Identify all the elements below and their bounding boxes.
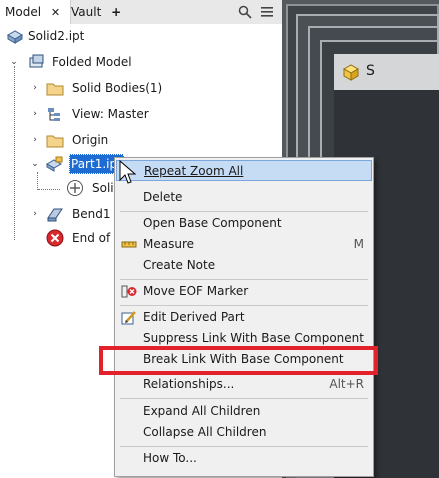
measure-icon (121, 241, 137, 248)
menu-separator (120, 305, 368, 306)
close-icon[interactable]: ✕ (51, 6, 60, 19)
menu-item-label: Edit Derived Part (143, 310, 245, 324)
menu-item-label: Create Note (143, 258, 216, 272)
menu-item-expand-all-children[interactable]: Expand All Children (116, 401, 372, 422)
mouse-cursor-icon (119, 160, 137, 184)
menu-item-label: Expand All Children (143, 404, 261, 418)
view-rep-icon (48, 108, 60, 121)
part-file-icon (6, 30, 24, 44)
tab-vault[interactable]: Vault + (66, 0, 126, 24)
menu-item-create-note[interactable]: Create Note (116, 255, 372, 276)
menu-item-label: Relationships... (143, 377, 235, 391)
eof-marker-icon (121, 285, 137, 298)
add-circle-icon (67, 180, 83, 196)
annotation-highlight-box (99, 346, 378, 375)
tree-item-label: Solid Bodies(1) (72, 81, 163, 95)
edit-derived-icon (121, 311, 136, 325)
menu-separator (120, 279, 368, 280)
menu-item-move-eof-marker[interactable]: Move EOF Marker (116, 281, 372, 302)
tree-item-label: View: Master (72, 107, 149, 121)
menu-item-label: Repeat Zoom All (144, 164, 244, 178)
tab-model-label: Model (5, 5, 42, 19)
browser-tab-bar: Model ✕ Vault + (0, 0, 282, 25)
bend-icon (47, 208, 63, 222)
tree-item-label: Soli (92, 181, 114, 195)
sheet-metal-icon (29, 54, 44, 68)
document-title: S (366, 63, 375, 79)
menu-item-measure[interactable]: Measure M (116, 234, 372, 255)
add-tab-icon[interactable]: + (111, 5, 121, 19)
menu-item-how-to[interactable]: How To... (116, 448, 372, 469)
tree-connector (38, 189, 60, 190)
derived-part-icon (45, 156, 63, 172)
chevron-down-icon[interactable]: ⌄ (9, 57, 19, 67)
menu-item-relationships[interactable]: Relationships... Alt+R (116, 374, 372, 395)
menu-item-label: Move EOF Marker (143, 284, 249, 298)
context-menu: Repeat Zoom All Delete Open Base Compone… (114, 157, 374, 477)
tree-connector (37, 172, 38, 190)
chevron-down-icon[interactable]: ⌄ (30, 159, 40, 169)
menu-item-label: Open Base Component (143, 216, 282, 230)
search-icon[interactable] (238, 5, 252, 19)
menu-item-shortcut: M (353, 237, 364, 251)
menu-item-label: Measure (143, 237, 194, 251)
chevron-right-icon[interactable]: › (30, 209, 40, 219)
chevron-right-icon[interactable]: › (30, 83, 40, 93)
menu-item-open-base-component[interactable]: Open Base Component (116, 213, 372, 234)
tree-connector (14, 66, 15, 240)
menu-item-label: Delete (143, 190, 183, 204)
menu-item-repeat-zoom-all[interactable]: Repeat Zoom All (116, 160, 372, 181)
menu-icon[interactable] (260, 6, 274, 18)
menu-item-delete[interactable]: Delete (116, 187, 372, 208)
menu-item-label: How To... (143, 451, 197, 465)
chevron-right-icon[interactable]: › (30, 109, 40, 119)
tree-item-label: Origin (72, 133, 109, 147)
document-title-bar: S (334, 54, 439, 90)
menu-item-label: Collapse All Children (143, 425, 267, 439)
tree-item-label: Bend1 (72, 207, 111, 221)
end-of-part-icon (46, 229, 64, 247)
part-cube-icon (342, 64, 360, 81)
menu-item-collapse-all-children[interactable]: Collapse All Children (116, 422, 372, 443)
tab-vault-label: Vault (71, 5, 102, 19)
menu-separator (120, 398, 368, 399)
menu-item-shortcut: Alt+R (329, 377, 364, 391)
menu-item-edit-derived-part[interactable]: Edit Derived Part (116, 307, 372, 328)
folder-icon (46, 83, 64, 96)
tab-model[interactable]: Model ✕ (0, 0, 71, 24)
menu-separator (120, 446, 368, 447)
tree-item-label: Folded Model (52, 55, 132, 69)
menu-separator (120, 211, 368, 212)
folder-icon (46, 135, 64, 148)
chevron-right-icon[interactable]: › (30, 135, 40, 145)
tree-item-label: Solid2.ipt (28, 29, 85, 43)
